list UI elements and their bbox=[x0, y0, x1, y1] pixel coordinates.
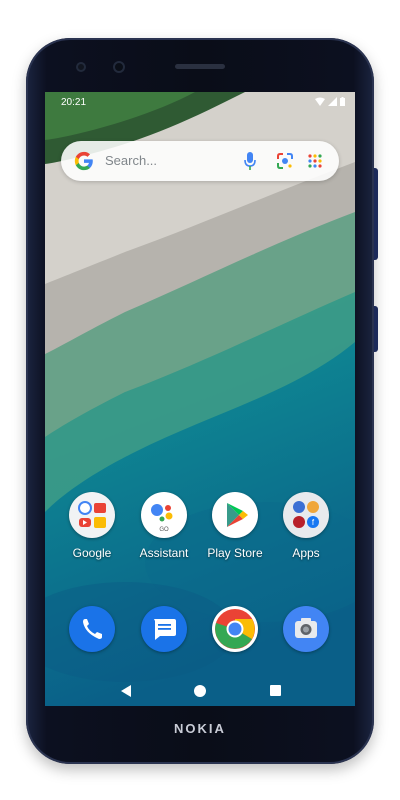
app-label: Google bbox=[72, 546, 112, 560]
battery-icon bbox=[340, 97, 345, 109]
dock-phone[interactable] bbox=[57, 606, 127, 652]
app-play-store[interactable]: Play Store bbox=[200, 492, 270, 560]
navigation-bar bbox=[45, 676, 355, 706]
google-lens-icon[interactable] bbox=[275, 151, 295, 171]
home-screen: 20:21 Search... Google GO Assistant Play… bbox=[45, 92, 355, 706]
svg-text:GO: GO bbox=[159, 527, 169, 533]
phone-icon bbox=[69, 606, 115, 652]
search-placeholder: Search... bbox=[105, 153, 158, 168]
microphone-icon[interactable] bbox=[243, 151, 257, 171]
dock-chrome[interactable] bbox=[200, 606, 270, 652]
dock-camera[interactable] bbox=[271, 606, 341, 652]
apps-folder-icon: f bbox=[283, 492, 329, 538]
messages-icon bbox=[141, 606, 187, 652]
assistant-icon: GO bbox=[141, 492, 187, 538]
power-button bbox=[374, 306, 378, 352]
google-folder-icon bbox=[69, 492, 115, 538]
app-label: Apps bbox=[292, 546, 320, 560]
front-camera-icon bbox=[113, 61, 125, 73]
app-label: Play Store bbox=[207, 546, 263, 560]
app-apps-folder[interactable]: f Apps bbox=[271, 492, 341, 560]
sensor-icon bbox=[76, 62, 86, 72]
status-bar: 20:21 bbox=[45, 92, 355, 114]
play-store-icon bbox=[212, 492, 258, 538]
google-g-icon bbox=[74, 151, 93, 171]
camera-icon bbox=[283, 606, 329, 652]
volume-button bbox=[374, 168, 378, 260]
earpiece bbox=[175, 64, 225, 69]
signal-icon bbox=[328, 97, 337, 109]
app-label: Assistant bbox=[139, 546, 189, 560]
app-google[interactable]: Google bbox=[57, 492, 127, 560]
status-time: 20:21 bbox=[61, 97, 87, 108]
app-assistant[interactable]: GO Assistant bbox=[129, 492, 199, 560]
home-button[interactable] bbox=[194, 685, 206, 697]
dock-messages[interactable] bbox=[129, 606, 199, 652]
chrome-icon bbox=[212, 606, 258, 652]
wifi-icon bbox=[315, 97, 325, 109]
google-apps-grid-icon[interactable] bbox=[307, 153, 323, 169]
recents-button[interactable] bbox=[270, 685, 281, 696]
brand-logo: NOKIA bbox=[174, 721, 226, 736]
back-button[interactable] bbox=[120, 684, 132, 698]
google-search-bar[interactable]: Search... bbox=[61, 141, 339, 181]
